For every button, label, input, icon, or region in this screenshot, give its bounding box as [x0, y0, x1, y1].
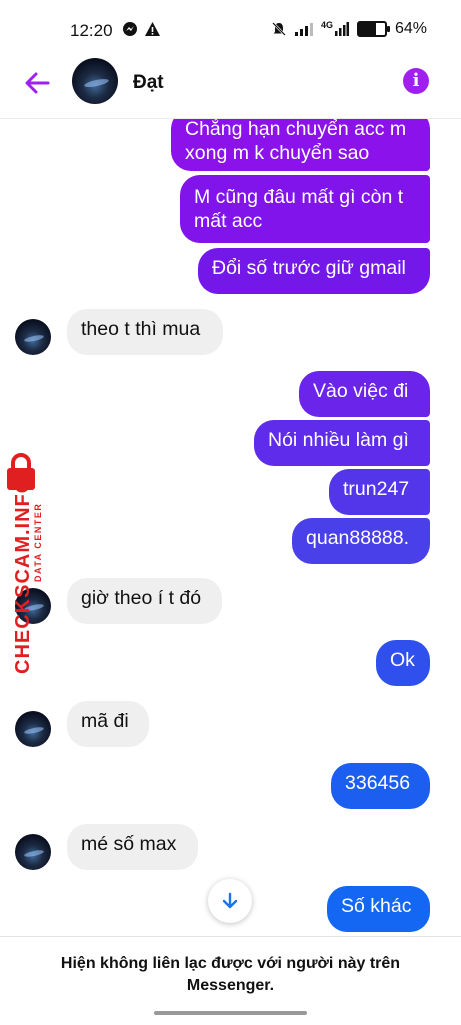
message-bubble-outgoing[interactable]: Đổi số trước giữ gmail [198, 248, 430, 294]
message-bubble-outgoing[interactable]: Ok [376, 640, 430, 686]
arrow-down-icon [222, 892, 238, 909]
watermark-tagline: DATA CENTER [33, 502, 43, 582]
signal-icon-2 [334, 22, 349, 36]
info-icon[interactable]: i [403, 68, 429, 94]
contact-avatar-small[interactable] [15, 319, 51, 355]
message-list[interactable]: Chẳng hạn chuyển acc m xong m k chuyển s… [0, 119, 461, 936]
message-bubble-incoming[interactable]: mã đi [67, 701, 149, 747]
message-bubble-outgoing[interactable]: Số khác [327, 886, 430, 932]
message-bubble-outgoing[interactable]: Vào việc đi [299, 371, 430, 417]
message-bubble-incoming[interactable]: giờ theo í t đó [67, 578, 222, 624]
back-arrow-icon[interactable] [22, 68, 52, 98]
message-bubble-outgoing[interactable]: 336456 [331, 763, 430, 809]
status-time: 12:20 [70, 21, 113, 40]
chat-header: Đạt i [0, 48, 461, 119]
message-bubble-incoming[interactable]: theo t thì mua [67, 309, 223, 355]
mute-bell-icon [272, 22, 286, 36]
scroll-to-bottom-button[interactable] [208, 879, 252, 923]
contact-avatar[interactable] [72, 58, 118, 104]
warning-icon [145, 22, 160, 36]
contact-avatar-small[interactable] [15, 834, 51, 870]
message-bubble-incoming[interactable]: mé số max [67, 824, 198, 870]
network-type: 4G [320, 20, 333, 30]
message-bubble-outgoing[interactable]: M cũng đâu mất gì còn t mất acc [180, 175, 430, 243]
message-bubble-outgoing[interactable]: quan88888. [292, 518, 430, 564]
battery-percent: 64% [394, 20, 427, 37]
contact-name[interactable]: Đạt [133, 72, 164, 94]
message-bubble-outgoing[interactable]: Nói nhiều làm gì [254, 420, 430, 466]
message-bubble-outgoing[interactable]: Chẳng hạn chuyển acc m xong m k chuyển s… [171, 119, 430, 171]
message-bubble-outgoing[interactable]: trun247 [329, 469, 430, 515]
messenger-notification-icon [123, 22, 137, 36]
battery-icon [356, 21, 390, 37]
contact-avatar-small[interactable] [15, 711, 51, 747]
home-indicator[interactable] [154, 1011, 307, 1015]
checkscam-watermark: CHECKSCAM.INFO DATA CENTER [2, 452, 52, 674]
signal-icon [294, 23, 313, 36]
unavailable-notice: Hiện không liên lạc được với người này t… [60, 955, 401, 994]
watermark-brand: CHECKSCAM.INFO [12, 476, 34, 674]
